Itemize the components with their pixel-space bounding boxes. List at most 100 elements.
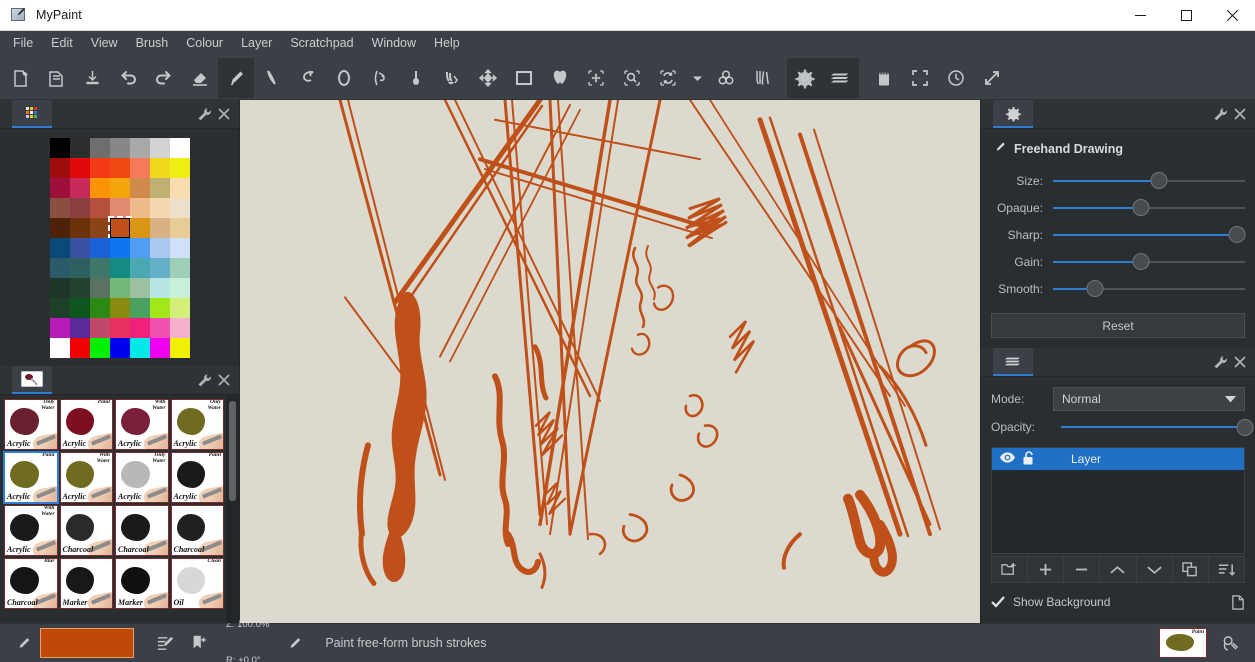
ellipse-tool-icon[interactable] [326,58,362,98]
remove-layer-button[interactable] [1064,557,1101,582]
brush-item[interactable]: With Water Acrylic [4,505,58,556]
wrench-icon[interactable] [1209,100,1231,128]
palette-swatch[interactable] [49,258,70,278]
pan-view-icon[interactable] [578,58,614,98]
palette-swatch[interactable] [129,298,150,318]
brush-item[interactable]: Charcoal [115,505,169,556]
redo-icon[interactable] [146,58,182,98]
connected-lines-icon[interactable] [290,58,326,98]
palette-swatch[interactable] [129,278,150,298]
palette-swatch[interactable] [149,218,170,238]
add-bookmark-icon[interactable] [182,634,216,652]
move-layer-icon[interactable] [470,58,506,98]
new-group-button[interactable] [992,557,1029,582]
symmetry-icon[interactable] [542,58,578,98]
brush-item[interactable]: Blur Charcoal [4,558,58,609]
palette-swatch[interactable] [129,218,150,238]
open-document-icon[interactable] [38,58,74,98]
gear-icon[interactable] [993,100,1033,128]
palette-swatch[interactable] [89,138,110,158]
palette-swatch[interactable] [169,278,190,298]
save-document-icon[interactable] [74,58,110,98]
palette-swatch[interactable] [89,298,110,318]
palette-swatch[interactable] [109,138,130,158]
palette-swatch[interactable] [89,278,110,298]
palette-swatch[interactable] [149,138,170,158]
palette-swatch[interactable] [49,238,70,258]
menu-scratchpad[interactable]: Scratchpad [281,33,362,55]
brush-item[interactable]: Only Water Acrylic [115,452,169,503]
brush-settings-icon[interactable] [787,58,823,98]
new-from-background-icon[interactable] [1231,594,1245,610]
checkmark-icon[interactable] [991,596,1005,608]
brush-item[interactable]: Only Water Acrylic [170,399,224,450]
palette-swatch[interactable] [109,238,130,258]
palette-swatch[interactable] [69,198,90,218]
menu-brush[interactable]: Brush [127,33,178,55]
brush-item[interactable]: Charcoal [59,505,113,556]
eraser-icon[interactable] [182,58,218,98]
palette-swatch[interactable] [109,198,130,218]
scratchpad-icon[interactable] [1213,634,1247,653]
palette-swatch[interactable] [129,238,150,258]
brush-item[interactable]: Clean Oil [170,558,224,609]
palette-swatch[interactable] [89,218,110,238]
fullscreen-icon[interactable] [902,58,938,98]
palette-swatch[interactable] [89,198,110,218]
expand-icon[interactable] [974,58,1010,98]
palette-swatch[interactable] [129,198,150,218]
canvas-area[interactable] [240,100,980,623]
menu-window[interactable]: Window [363,33,425,55]
brush-item[interactable]: Marker [59,558,113,609]
palette-swatch[interactable] [109,178,130,198]
palette-swatch[interactable] [107,216,132,240]
scratchpad-icon[interactable] [866,58,902,98]
palette-swatch[interactable] [69,218,90,238]
merge-layer-button[interactable] [1209,557,1244,582]
close-icon[interactable] [1231,348,1255,376]
palette-grid[interactable] [49,138,190,358]
show-background-row[interactable]: Show Background [991,589,1245,615]
palette-swatch[interactable] [129,258,150,278]
brush-setting-slider[interactable] [1053,226,1246,243]
brush-grid[interactable]: Only Water Acrylic Paint Acrylic With Water Acr… [0,395,226,623]
palette-swatch[interactable] [109,298,130,318]
menu-layer[interactable]: Layer [232,33,281,55]
undo-icon[interactable] [110,58,146,98]
brush-setting-slider[interactable] [1053,253,1245,270]
canvas-paper[interactable] [240,100,980,623]
palette-swatch[interactable] [69,178,90,198]
add-layer-button[interactable] [1028,557,1065,582]
close-icon[interactable] [215,366,239,394]
new-document-icon[interactable] [2,58,38,98]
palette-swatch[interactable] [109,338,130,358]
frame-icon[interactable] [506,58,542,98]
layer-mode-select[interactable]: Normal [1053,387,1245,411]
layer-list[interactable]: Layer [991,447,1245,554]
palette-swatch[interactable] [49,138,70,158]
menu-file[interactable]: File [4,33,42,55]
palette-swatch[interactable] [89,258,110,278]
palette-swatch[interactable] [69,278,90,298]
edit-notes-icon[interactable] [148,634,182,653]
palette-swatch[interactable] [109,278,130,298]
palette-swatch[interactable] [89,238,110,258]
palette-swatch[interactable] [109,258,130,278]
flood-fill-icon[interactable] [398,58,434,98]
layers-icon[interactable] [993,348,1033,376]
brush-setting-slider[interactable] [1053,280,1245,297]
palette-swatch[interactable] [49,318,70,338]
brush-item[interactable]: Paint Acrylic [59,399,113,450]
palette-swatch[interactable] [129,138,150,158]
palette-swatch[interactable] [109,158,130,178]
brush-scrollbar[interactable] [226,395,239,623]
palette-swatch[interactable] [169,238,190,258]
move-layer-down-button[interactable] [1137,557,1173,582]
palette-swatch[interactable] [149,338,170,358]
colour-wheel-icon[interactable] [708,58,744,98]
palette-swatch[interactable] [149,318,170,338]
close-icon[interactable] [215,100,239,128]
palette-swatch[interactable] [69,258,90,278]
palette-swatch[interactable] [49,338,70,358]
brush-item[interactable]: Paint Acrylic [3,451,59,504]
